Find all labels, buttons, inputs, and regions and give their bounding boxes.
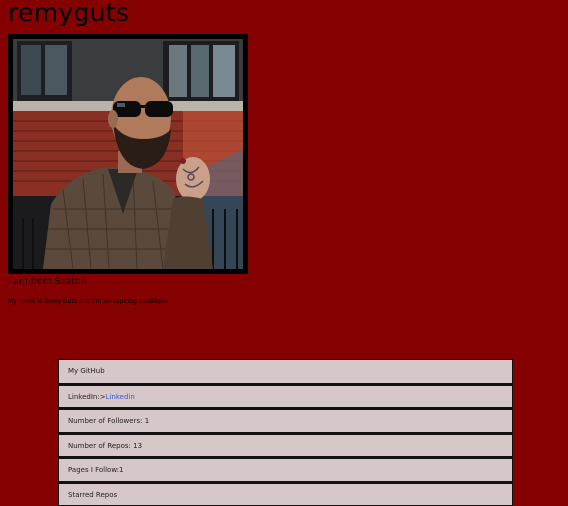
bio-text: My name is Remy Guts and I'm an aspiring…: [8, 298, 169, 306]
avatar: [8, 34, 248, 274]
github-link[interactable]: My GitHub: [58, 359, 513, 384]
github-label[interactable]: My GitHub: [68, 367, 105, 375]
starred-label[interactable]: Starred Repos: [68, 491, 117, 499]
avatar-photo: [13, 39, 243, 269]
repos-row: Number of Repos: 13: [58, 433, 513, 458]
linkedin-prefix: LinkedIn:>: [68, 393, 106, 401]
profile-info-list: My GitHub LinkedIn:>Linkedin Number of F…: [58, 359, 513, 506]
linkedin-link[interactable]: Linkedin: [106, 393, 135, 401]
linkedin-row: LinkedIn:>Linkedin: [58, 384, 513, 409]
followers-row: Number of Followers: 1: [58, 408, 513, 433]
location-text: I am from Seattle: [8, 276, 86, 288]
starred-repos-link[interactable]: Starred Repos: [58, 482, 513, 506]
profile-username: remyguts: [8, 0, 129, 30]
following-row: Pages I Follow:1: [58, 457, 513, 482]
following-count: 1: [119, 466, 123, 474]
following-label: Pages I Follow:: [68, 466, 119, 474]
followers-count: 1: [145, 417, 149, 425]
repos-count: 13: [133, 442, 142, 450]
repos-label: Number of Repos:: [68, 442, 131, 450]
followers-label: Number of Followers:: [68, 417, 142, 425]
